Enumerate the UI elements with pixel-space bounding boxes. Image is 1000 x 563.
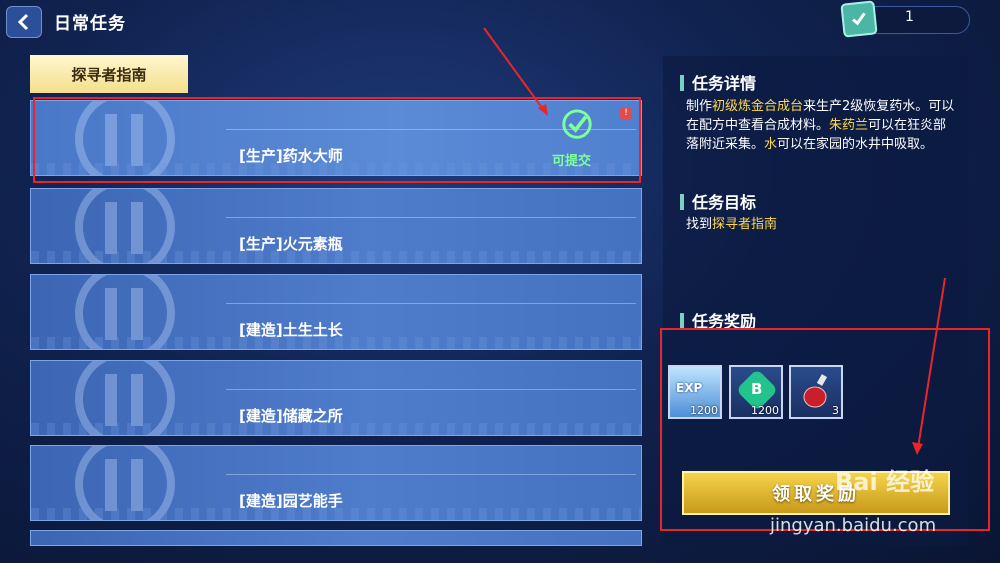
annotation-arrows — [483, 27, 946, 455]
